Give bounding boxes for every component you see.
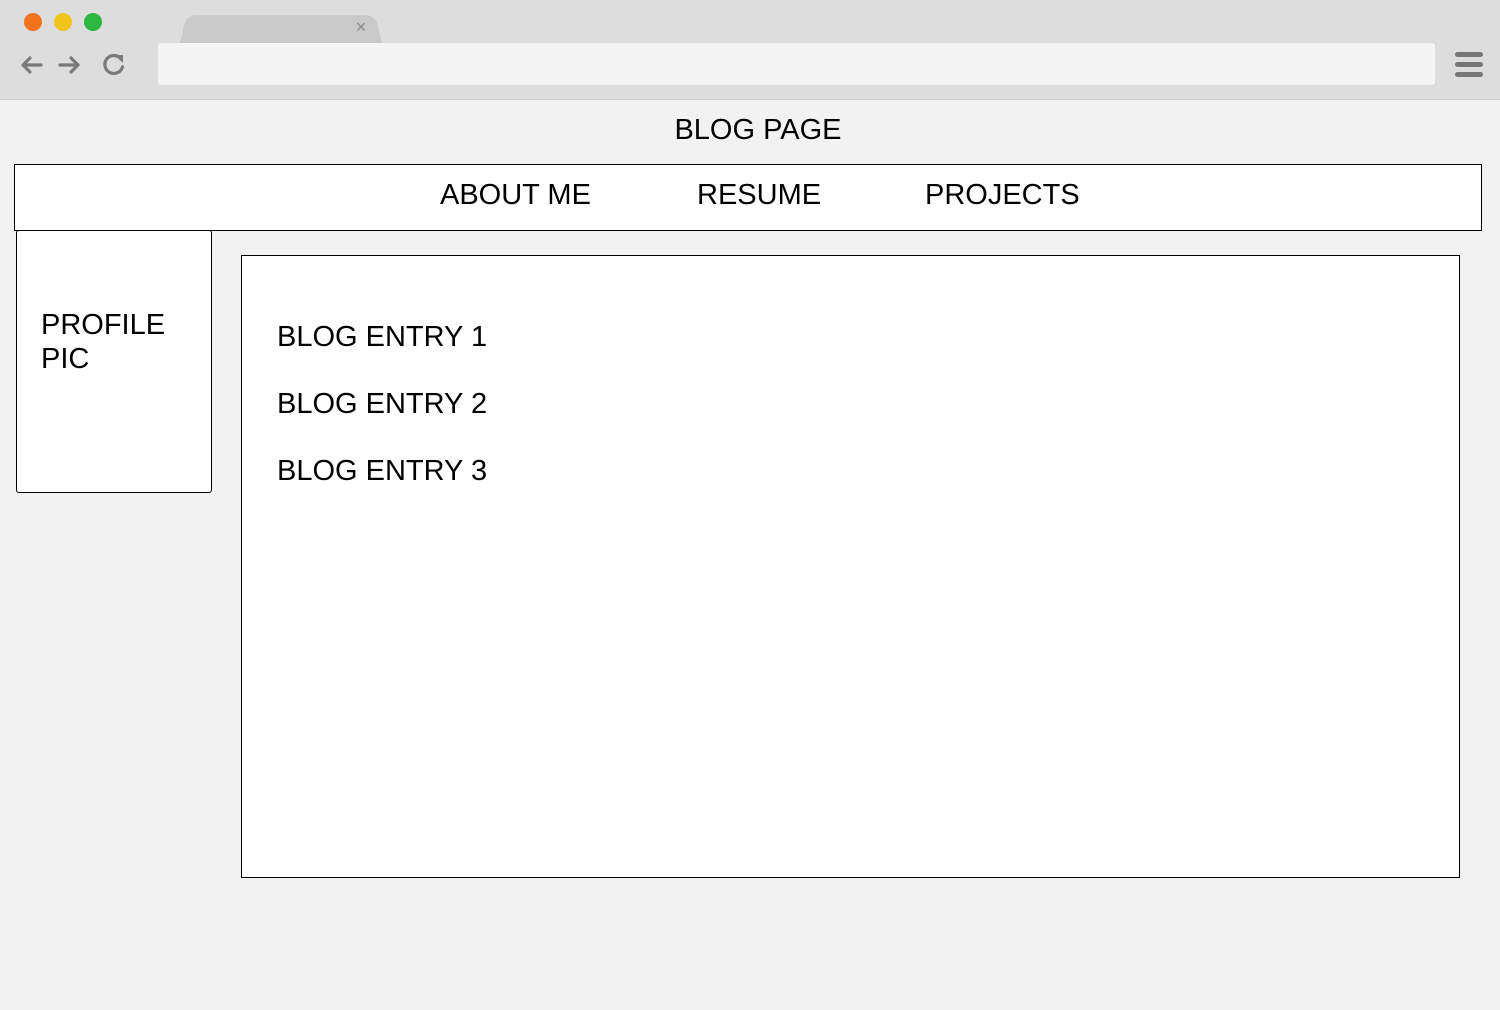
blog-entry-2[interactable]: BLOG ENTRY 2 bbox=[277, 388, 487, 421]
back-arrow-icon[interactable] bbox=[16, 50, 46, 80]
profile-pic-label: PROFILE PIC bbox=[41, 309, 166, 375]
tab-close-icon[interactable]: × bbox=[352, 16, 370, 38]
nav-item-about-me[interactable]: ABOUT ME bbox=[440, 179, 591, 212]
blog-entry-3[interactable]: BLOG ENTRY 3 bbox=[277, 455, 487, 488]
blog-entry-1[interactable]: BLOG ENTRY 1 bbox=[277, 321, 487, 354]
browser-chrome: × bbox=[0, 0, 1500, 100]
blog-content: BLOG ENTRY 1 BLOG ENTRY 2 BLOG ENTRY 3 bbox=[241, 255, 1460, 878]
forward-arrow-icon[interactable] bbox=[55, 50, 85, 80]
nav-item-projects[interactable]: PROJECTS bbox=[925, 179, 1080, 212]
window-maximize-button[interactable] bbox=[84, 13, 102, 31]
reload-icon[interactable] bbox=[99, 50, 129, 80]
nav-item-resume[interactable]: RESUME bbox=[697, 179, 821, 212]
address-bar[interactable] bbox=[158, 43, 1435, 85]
profile-pic: PROFILE PIC bbox=[16, 230, 212, 493]
window-close-button[interactable] bbox=[24, 13, 42, 31]
window-minimize-button[interactable] bbox=[54, 13, 72, 31]
main-nav: ABOUT ME RESUME PROJECTS bbox=[14, 164, 1482, 231]
hamburger-menu-icon[interactable] bbox=[1453, 50, 1487, 80]
page-title: BLOG PAGE bbox=[674, 114, 842, 146]
